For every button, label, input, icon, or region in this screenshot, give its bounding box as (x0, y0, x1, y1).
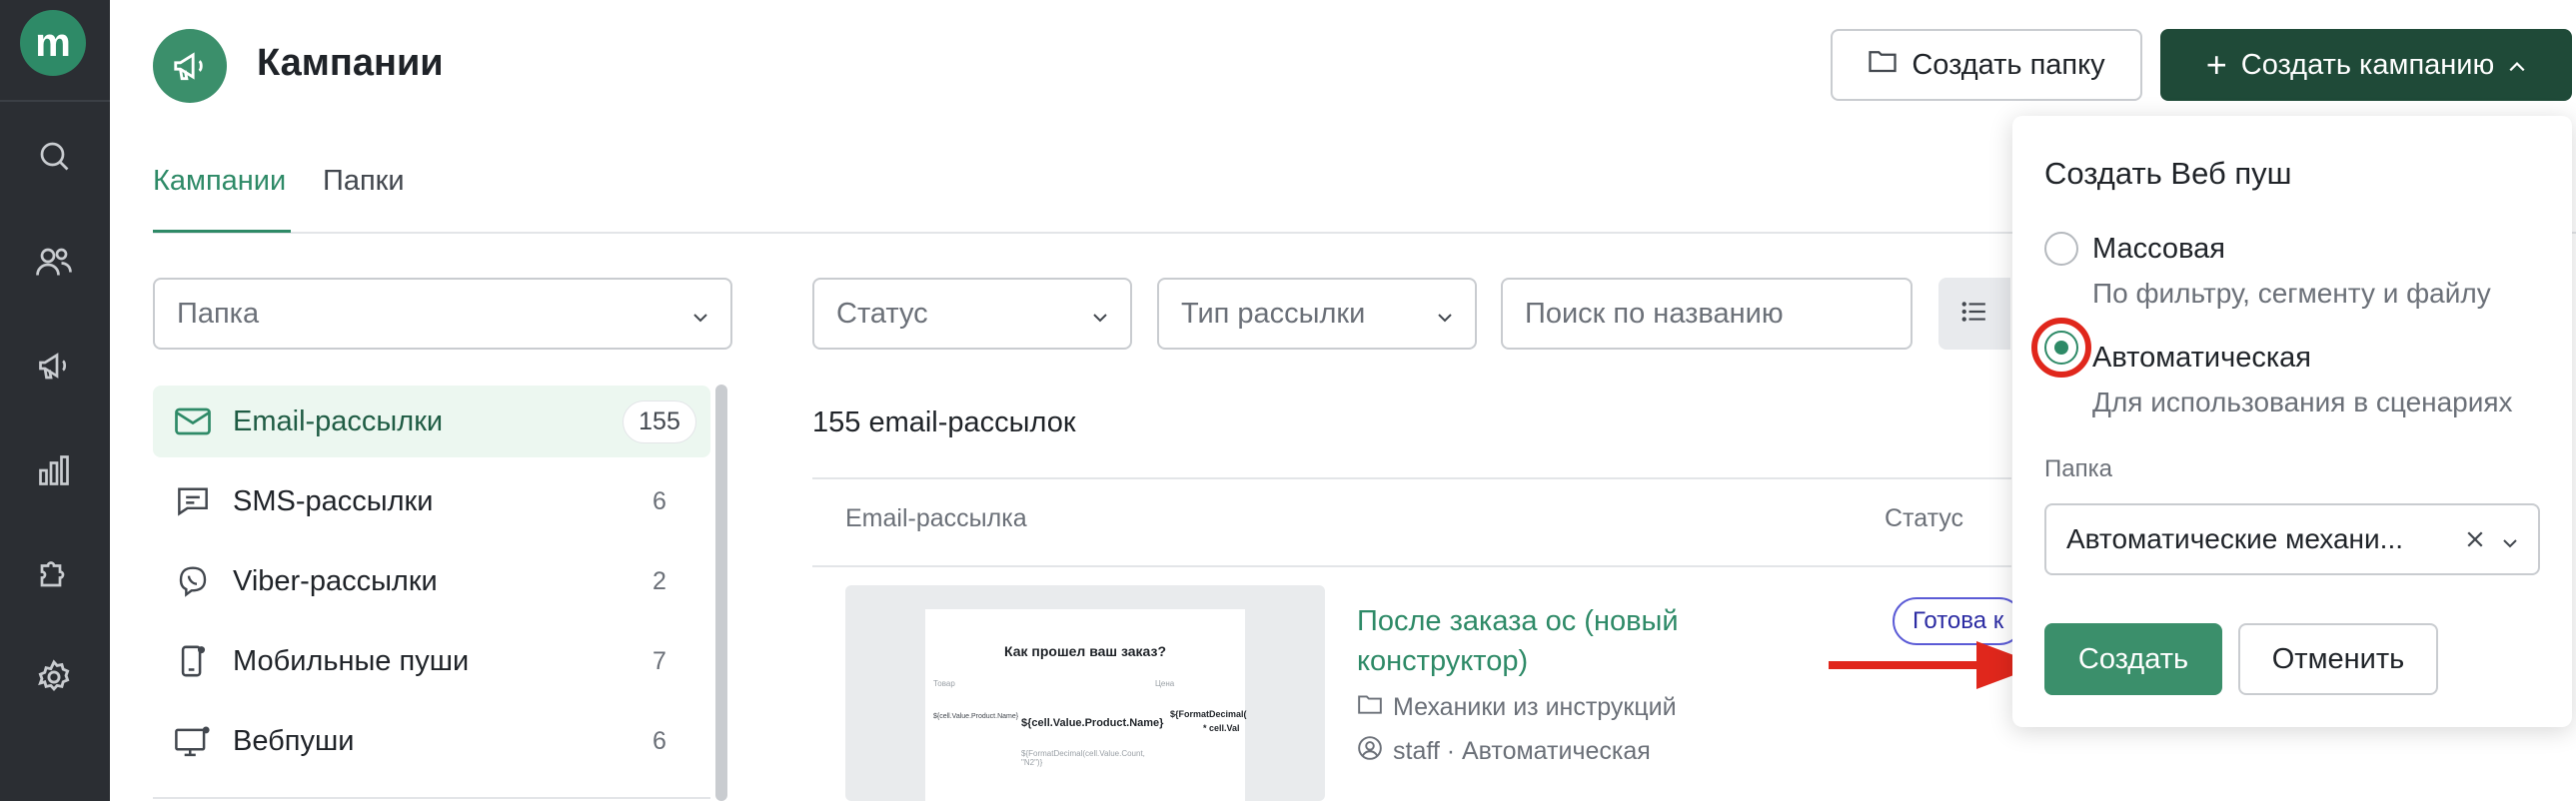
campaign-name-link[interactable]: После заказа ос (новый конструктор) (1357, 601, 1757, 681)
create-webpush-popover: Создать Веб пуш Массовая По фильтру, сег… (2012, 116, 2572, 727)
folder-select[interactable]: Автоматические механи... (2044, 503, 2540, 575)
table-top-divider (812, 477, 2011, 479)
list-icon (1961, 301, 1987, 328)
sidebar-item-sms[interactable]: SMS-рассылки 6 (153, 465, 710, 537)
sidebar-item-email[interactable]: Email-рассылки 155 (153, 386, 710, 457)
search-input[interactable]: Поиск по названию (1501, 278, 1913, 350)
chevron-down-icon (692, 298, 708, 331)
puzzle-icon[interactable] (31, 550, 77, 596)
type-filter-select[interactable]: Тип рассылки (1157, 278, 1477, 350)
campaign-author: staff · Автоматическая (1357, 735, 1651, 768)
campaign-thumbnail[interactable]: Как прошел ваш заказ? Товар Цена ${cell.… (845, 585, 1325, 801)
sidebar-item-count: 155 (623, 400, 696, 443)
status-filter-placeholder: Статус (836, 297, 928, 330)
option-mass-description: По фильтру, сегменту и файлу (2092, 278, 2491, 309)
folder-filter-select[interactable]: Папка (153, 278, 732, 350)
sidebar-item-label: Viber-рассылки (233, 564, 438, 597)
option-automatic-label[interactable]: Автоматическая (2092, 342, 2311, 375)
sidebar-item-label: Вебпуши (233, 724, 355, 757)
thumbnail-col-price: Цена (1155, 679, 1175, 688)
sidebar-item-count: 2 (652, 566, 666, 595)
folder-field-label: Папка (2044, 455, 2112, 482)
viber-icon (153, 565, 233, 597)
sidebar-item-mobile-push[interactable]: Мобильные пуши 7 (153, 625, 710, 697)
list-view-toggle[interactable] (1938, 278, 2010, 350)
table-header-divider (812, 565, 2011, 567)
campaign-folder: Механики из инструкций (1357, 693, 1677, 722)
column-header-status[interactable]: Статус (1885, 504, 1963, 533)
campaigns-megaphone-icon (153, 29, 227, 103)
users-icon[interactable] (31, 239, 77, 285)
campaign-folder-label: Механики из инструкций (1393, 693, 1677, 721)
column-header-name[interactable]: Email-рассылка (845, 504, 1027, 533)
user-circle-icon (1357, 735, 1383, 768)
chevron-up-icon (2508, 49, 2526, 82)
mobile-push-icon (153, 644, 233, 678)
tab-active-indicator (153, 230, 291, 233)
folder-select-value: Автоматические механи... (2066, 523, 2403, 554)
mail-icon (153, 407, 233, 435)
list-count-title: 155 email-рассылок (812, 406, 1076, 438)
radio-mass[interactable] (2044, 232, 2078, 266)
create-button[interactable]: Создать (2044, 623, 2222, 695)
campaign-author-label: staff · Автоматическая (1393, 737, 1651, 765)
thumbnail-col-product: Товар (933, 679, 955, 688)
popover-title: Создать Веб пуш (2044, 156, 2292, 191)
create-folder-button[interactable]: Создать папку (1831, 29, 2142, 101)
sidebar-item-label: SMS-рассылки (233, 484, 434, 517)
thumbnail-price-2: * cell.Val (1203, 723, 1240, 733)
sidebar-item-count: 7 (652, 646, 666, 675)
sidebar-item-count: 6 (652, 486, 666, 515)
radio-automatic[interactable] (2044, 331, 2078, 365)
chevron-down-icon (1437, 298, 1453, 331)
sidebar-divider (153, 797, 710, 799)
thumbnail-email-card: Как прошел ваш заказ? Товар Цена ${cell.… (925, 609, 1247, 801)
tab-folders[interactable]: Папки (323, 165, 405, 198)
page-title: Кампании (257, 42, 444, 84)
folder-icon (1357, 693, 1383, 722)
create-folder-label: Создать папку (1912, 48, 2105, 81)
chevron-down-icon (1092, 298, 1108, 331)
monitor-icon (153, 725, 233, 757)
chart-icon[interactable] (31, 447, 77, 493)
left-rail: m (0, 0, 110, 801)
message-icon (153, 486, 233, 516)
sidebar-item-viber[interactable]: Viber-рассылки 2 (153, 545, 710, 617)
folder-filter-placeholder: Папка (177, 297, 260, 330)
type-filter-placeholder: Тип рассылки (1181, 297, 1366, 330)
rail-divider (0, 100, 110, 102)
search-placeholder: Поиск по названию (1525, 297, 1784, 330)
sidebar-scrollbar[interactable] (715, 385, 727, 801)
sidebar-item-label: Email-рассылки (233, 404, 444, 437)
create-campaign-label: Создать кампанию (2240, 48, 2495, 81)
sidebar-item-label: Мобильные пуши (233, 644, 470, 677)
thumbnail-title: Как прошел ваш заказ? (1004, 643, 1166, 659)
sidebar-item-webpush[interactable]: Вебпуши 6 (153, 705, 710, 777)
tab-campaigns[interactable]: Кампании (153, 165, 286, 198)
option-automatic-description: Для использования в сценариях (2092, 387, 2513, 417)
folder-icon (1868, 48, 1898, 82)
thumbnail-note: ${FormatDecimal(cell.Value.Count, "N2")} (1021, 749, 1145, 767)
app-logo[interactable]: m (20, 10, 86, 76)
sidebar-item-count: 6 (652, 726, 666, 755)
search-icon[interactable] (31, 133, 77, 179)
plus-icon: + (2205, 44, 2227, 85)
gear-icon[interactable] (31, 654, 77, 700)
clear-icon[interactable] (2466, 523, 2484, 555)
create-campaign-button[interactable]: + Создать кампанию (2160, 29, 2572, 101)
thumbnail-image-alt: ${cell.Value.Product.Name} (933, 713, 1019, 720)
megaphone-icon[interactable] (31, 343, 77, 389)
cancel-button[interactable]: Отменить (2238, 623, 2438, 695)
thumbnail-price: ${FormatDecimal( (1170, 709, 1247, 719)
chevron-down-icon (2502, 523, 2518, 555)
option-mass-label[interactable]: Массовая (2092, 233, 2225, 266)
status-filter-select[interactable]: Статус (812, 278, 1132, 350)
thumbnail-product: ${cell.Value.Product.Name} (1021, 717, 1164, 729)
